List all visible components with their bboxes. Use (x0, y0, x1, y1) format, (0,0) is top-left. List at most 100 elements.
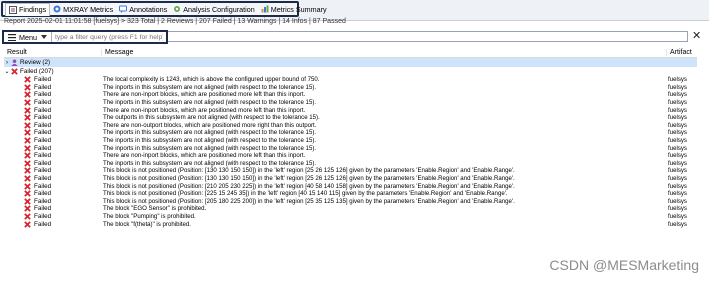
table-row[interactable]: Failed The inports in this subsystem are … (4, 160, 697, 168)
chevron-right-icon[interactable]: › (4, 60, 10, 66)
message-cell: There are non-outport blocks, which are … (103, 121, 317, 129)
result-cell: Failed (34, 182, 52, 190)
result-cell: Failed (34, 137, 52, 145)
result-cell: Failed (34, 144, 52, 152)
message-cell: The outports in this subsystem are not a… (103, 114, 320, 122)
failed-icon (24, 114, 31, 122)
result-cell: Failed (34, 121, 52, 129)
table-row[interactable]: Failed The inports in this subsystem are … (4, 84, 697, 92)
result-cell: Failed (34, 106, 52, 114)
failed-icon (24, 137, 31, 144)
artifact-cell: fuelsys (668, 99, 687, 107)
artifact-cell: fuelsys (668, 129, 687, 137)
tab-findings-label: Findings (19, 5, 47, 14)
result-cell: Failed (34, 212, 52, 220)
failed-icon (24, 91, 31, 99)
table-row[interactable]: Failed This block is not positioned (Posi… (4, 198, 697, 206)
table-row[interactable]: Failed The inports in this subsystem are … (4, 129, 697, 137)
message-cell: The inports in this subsystem are not al… (103, 129, 317, 137)
table-row[interactable]: Failed There are non-inport blocks, which… (4, 106, 697, 114)
column-header-artifact[interactable]: Artifact (666, 48, 697, 56)
tab-analysis-configuration[interactable]: Analysis Configuration (170, 3, 258, 15)
filter-input-extension[interactable] (168, 31, 688, 42)
artifact-cell: fuelsys (668, 106, 687, 114)
group-row-review[interactable]: › Review (2) (4, 58, 697, 67)
tab-annotations[interactable]: Annotations (116, 3, 170, 15)
metrics-summary-icon (261, 5, 269, 13)
table-row[interactable]: Failed This block is not positioned (Posi… (4, 167, 697, 175)
findings-table: Result Message Artifact › Review (2) ⌄ F… (4, 47, 697, 228)
message-cell: The inports in this subsystem are not al… (103, 137, 317, 145)
table-row[interactable]: Failed The block "Pumping" is prohibited.… (4, 213, 697, 221)
tab-analysis-config-label: Analysis Configuration (183, 4, 255, 14)
chevron-down-icon[interactable]: ⌄ (4, 68, 10, 75)
artifact-cell: fuelsys (668, 167, 687, 175)
table-row[interactable]: Failed The inports in this subsystem are … (4, 144, 697, 152)
failed-icon (24, 175, 31, 182)
table-row[interactable]: Failed There are non-inport blocks, which… (4, 152, 697, 160)
table-row[interactable]: Failed The inports in this subsystem are … (4, 99, 697, 107)
message-cell: There are non-inport blocks, which are p… (103, 106, 306, 114)
message-cell: This block is not positioned (Position: … (103, 190, 508, 198)
table-row[interactable]: Failed This block is not positioned (Posi… (4, 182, 697, 190)
artifact-cell: fuelsys (668, 144, 687, 152)
failed-icon (24, 198, 31, 205)
column-header-message[interactable]: Message (101, 48, 666, 56)
tab-mxray-label: MXRAY Metrics (63, 4, 114, 14)
result-cell: Failed (34, 197, 52, 205)
failed-icon (24, 152, 31, 159)
table-row[interactable]: Failed The block "EGO Sensor" is prohibit… (4, 205, 697, 213)
close-icon[interactable]: ✕ (692, 30, 701, 42)
table-row[interactable]: Failed There are non-inport blocks, which… (4, 91, 697, 99)
table-row[interactable]: Failed The local complexity is 1243, whic… (4, 76, 697, 84)
table-row[interactable]: Failed The block "f(theta)" is prohibited… (4, 220, 697, 228)
failed-icon (24, 99, 31, 106)
chevron-down-icon (40, 35, 47, 39)
message-cell: The inports in this subsystem are not al… (103, 159, 317, 167)
filter-query-input[interactable] (51, 33, 166, 41)
result-cell: Failed (34, 159, 52, 167)
message-cell: This block is not positioned (Position: … (103, 197, 515, 205)
artifact-cell: fuelsys (668, 121, 687, 129)
result-cell: Failed (34, 99, 52, 107)
result-cell: Failed (34, 205, 52, 213)
result-cell: Failed (34, 91, 52, 99)
group-row-failed[interactable]: ⌄ Failed (207) (4, 67, 697, 76)
table-row[interactable]: Failed There are non-outport blocks, whic… (4, 122, 697, 130)
menu-button[interactable]: Menu (4, 32, 52, 42)
failed-icon (24, 84, 31, 91)
result-cell: Failed (34, 175, 52, 183)
message-cell: The block "EGO Sensor" is prohibited. (103, 205, 207, 213)
table-row[interactable]: Failed The inports in this subsystem are … (4, 137, 697, 145)
message-cell: The inports in this subsystem are not al… (103, 144, 317, 152)
tab-findings[interactable]: Findings (5, 2, 51, 16)
artifact-cell: fuelsys (668, 91, 687, 99)
message-cell: The local complexity is 1243, which is a… (103, 76, 320, 84)
message-cell: The inports in this subsystem are not al… (103, 99, 317, 107)
result-cell: Failed (34, 152, 52, 160)
tab-metrics-summary[interactable]: Metrics Summary (258, 3, 330, 15)
table-row[interactable]: Failed This block is not positioned (Posi… (4, 190, 697, 198)
report-status-line: Report 2025-02-01 11:01:58 [fuelsys] > 3… (4, 18, 346, 25)
artifact-cell: fuelsys (668, 114, 687, 122)
failed-icon (24, 106, 31, 114)
filter-row: Menu ✕ (0, 29, 709, 44)
failed-icon (24, 205, 31, 213)
artifact-cell: fuelsys (668, 83, 687, 91)
failed-rows: Failed The local complexity is 1243, whic… (4, 76, 697, 228)
column-header-result[interactable]: Result (4, 49, 101, 56)
result-cell: Failed (34, 129, 52, 137)
table-row[interactable]: Failed This block is not positioned (Posi… (4, 175, 697, 183)
result-cell: Failed (34, 167, 52, 175)
hamburger-icon (8, 33, 16, 41)
failed-icon (24, 220, 31, 228)
watermark: CSDN @MESMarketing (549, 257, 699, 273)
result-cell: Failed (34, 114, 52, 122)
message-cell: There are non-inport blocks, which are p… (103, 91, 306, 99)
analysis-config-icon (174, 6, 181, 12)
tab-mxray-metrics[interactable]: MXRAY Metrics (50, 3, 116, 15)
table-row[interactable]: Failed The outports in this subsystem are… (4, 114, 697, 122)
result-cell: Failed (34, 83, 52, 91)
artifact-cell: fuelsys (668, 175, 687, 183)
artifact-cell: fuelsys (668, 137, 687, 145)
